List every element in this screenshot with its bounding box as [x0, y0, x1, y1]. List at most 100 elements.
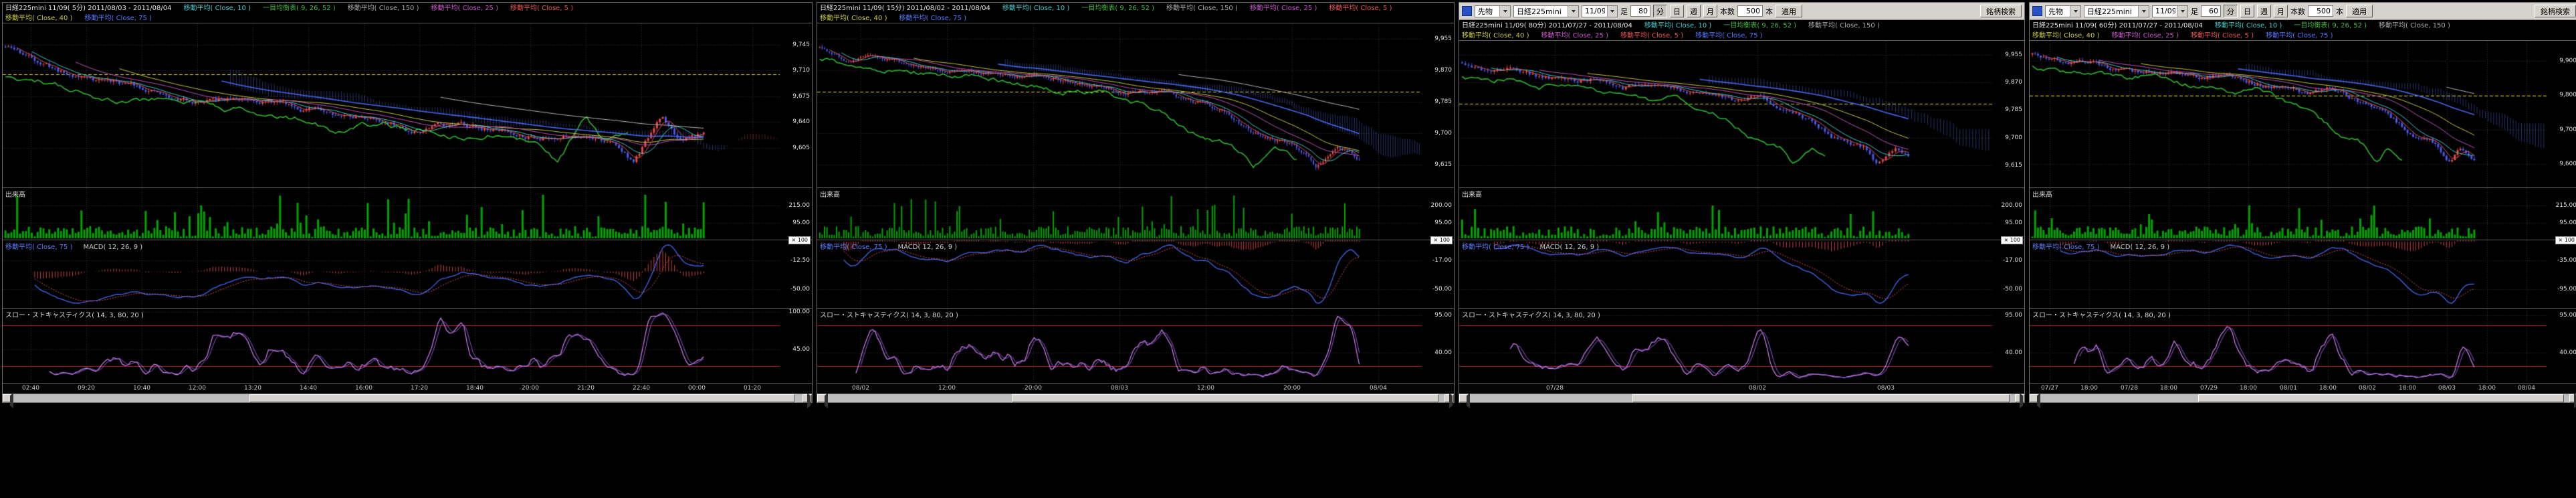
- market-select-arrow-button[interactable]: [2070, 6, 2080, 17]
- main-price-pane-canvas[interactable]: [817, 23, 1453, 187]
- time-axis-label: 08/03: [1111, 385, 1128, 392]
- scroll-right-button[interactable]: [1444, 394, 1454, 402]
- price-axis-label: 9,615: [1434, 161, 1452, 168]
- scrollbar-thumb[interactable]: [2198, 394, 2564, 402]
- stochastics-pane: スロー・ストキャスティクス( 14, 3, 80, 20 )95.0040.00: [2030, 308, 2576, 383]
- contract-select-arrow-button[interactable]: [2177, 6, 2187, 17]
- stochastics-pane-canvas[interactable]: [817, 309, 1453, 383]
- scroll-right-button[interactable]: [802, 394, 812, 402]
- volume-axis-label: 215.00: [2556, 202, 2576, 209]
- contract-select-value: 11/09: [2155, 7, 2175, 15]
- bar-unit-button-日[interactable]: 日: [2240, 5, 2254, 17]
- h-scrollbar[interactable]: [3, 394, 812, 402]
- indicator-label: 移動平均( Close, 40 ): [1462, 32, 1529, 39]
- price-axis-label: 9,955: [2005, 52, 2022, 58]
- macd-pane: 移動平均( Close, 75 )MACD( 12, 26, 9 )-35.00…: [2030, 240, 2576, 308]
- volume-pane-canvas[interactable]: [1459, 188, 2023, 240]
- time-axis-label: 16:00: [355, 385, 372, 392]
- bar-unit-button-月[interactable]: 月: [1703, 5, 1717, 17]
- indicator-label: 移動平均( Close, 75 ): [2266, 32, 2333, 39]
- bar-unit-button-分[interactable]: 分: [1653, 5, 1667, 17]
- macd-axis-label: -35.00: [2557, 257, 2576, 264]
- macd-axis-label: -50.00: [2003, 286, 2022, 293]
- h-scrollbar[interactable]: [1459, 394, 2024, 402]
- chevron-down-icon: [1610, 10, 1614, 15]
- contract-select[interactable]: 11/09: [1582, 5, 1618, 17]
- time-axis-label: 07/28: [2121, 385, 2138, 392]
- scrollbar-thumb[interactable]: [1012, 394, 1438, 402]
- main-price-pane-canvas[interactable]: [3, 23, 811, 187]
- h-scrollbar[interactable]: [817, 394, 1454, 402]
- stochastics-pane: スロー・ストキャスティクス( 14, 3, 80, 20 )95.0040.00: [1459, 308, 2024, 383]
- main-price-pane-canvas[interactable]: [1459, 41, 2023, 187]
- volume-axis-label: 95.00: [792, 220, 810, 226]
- scrollbar-thumb[interactable]: [1632, 394, 2010, 402]
- bar-unit-button-月[interactable]: 月: [2274, 5, 2288, 17]
- bar-type-label: 足: [1620, 6, 1628, 17]
- bar-unit-button-週[interactable]: 週: [1687, 5, 1701, 17]
- apply-button[interactable]: 適用: [2346, 5, 2373, 17]
- scrollbar-thumb[interactable]: [249, 394, 795, 402]
- symbol-select-arrow-button[interactable]: [2138, 6, 2149, 17]
- volume-pane-label: 出来高: [820, 189, 840, 199]
- market-select[interactable]: 先物: [2045, 5, 2081, 17]
- stochastics-axis-label: 95.00: [2005, 312, 2022, 319]
- time-axis-label: 08/02: [2359, 385, 2376, 392]
- macd-ma-label: 移動平均( Close, 75 ): [1462, 244, 1529, 251]
- bar-count-input[interactable]: 500: [1737, 5, 1763, 17]
- bar-unit-button-分[interactable]: 分: [2224, 5, 2238, 17]
- symbol-search-button[interactable]: 銘柄検索: [2535, 5, 2576, 17]
- macd-axis-label: -12.50: [790, 257, 810, 264]
- contract-select-arrow-button[interactable]: [1607, 6, 1617, 17]
- volume-pane-label: 出来高: [1462, 189, 1482, 199]
- stochastics-pane-canvas[interactable]: [1459, 309, 2023, 383]
- volume-pane-canvas[interactable]: [2030, 188, 2576, 240]
- chevron-down-icon: [2142, 10, 2146, 15]
- symbol-select-arrow-button[interactable]: [1568, 6, 1578, 17]
- scrollbar-track[interactable]: [827, 394, 1444, 402]
- scroll-left-button[interactable]: [2030, 394, 2039, 402]
- time-axis-label: 18:00: [2478, 385, 2496, 392]
- time-axis-label: 12:00: [1197, 385, 1214, 392]
- stochastics-pane-canvas[interactable]: [2030, 309, 2576, 383]
- market-select[interactable]: 先物: [1475, 5, 1511, 17]
- scrollbar-track[interactable]: [1469, 394, 2015, 402]
- stochastics-axis-label: 95.00: [2559, 312, 2576, 319]
- symbol-select[interactable]: 日経225mini: [1513, 5, 1579, 17]
- time-axis: 02:4009:2010:4012:0013:2014:4016:0017:20…: [3, 383, 812, 394]
- bar-unit-button-日[interactable]: 日: [1670, 5, 1684, 17]
- indicator-label: 移動平均( Close, 25 ): [1541, 32, 1608, 39]
- market-select-arrow-button[interactable]: [1499, 6, 1510, 17]
- scroll-left-button[interactable]: [817, 394, 827, 402]
- chart-header-line2: 移動平均( Close, 40 ) 移動平均( Close, 25 ) 移動平均( …: [1459, 31, 2024, 40]
- scroll-left-button[interactable]: [3, 394, 12, 402]
- main-price-pane-canvas[interactable]: [2030, 41, 2576, 187]
- stochastics-pane: スロー・ストキャスティクス( 14, 3, 80, 20 )100.0045.0…: [3, 308, 812, 383]
- symbol-search-button[interactable]: 銘柄検索: [1980, 5, 2022, 17]
- time-axis-label: 13:20: [244, 385, 261, 392]
- indicator-label: 移動平均( Close, 75 ): [84, 15, 151, 22]
- apply-button[interactable]: 適用: [1776, 5, 1802, 17]
- volume-axis-label: 200.00: [1431, 202, 1453, 209]
- indicator-label: 移動平均( Close, 75 ): [1695, 32, 1762, 39]
- bar-interval-input[interactable]: 60: [2201, 5, 2221, 17]
- volume-pane-canvas[interactable]: [3, 188, 811, 240]
- symbol-select[interactable]: 日経225mini: [2084, 5, 2149, 17]
- macd-axis-label: -95.00: [2557, 286, 2576, 293]
- scroll-left-button[interactable]: [1459, 394, 1469, 402]
- bar-interval-input[interactable]: 80: [1630, 5, 1650, 17]
- scrollbar-track[interactable]: [12, 394, 802, 402]
- volume-unit-box: × 100: [2001, 236, 2023, 244]
- bar-count-input[interactable]: 500: [2308, 5, 2333, 17]
- stochastics-pane-canvas[interactable]: [3, 309, 811, 383]
- volume-pane-canvas[interactable]: [817, 188, 1453, 240]
- time-axis-label: 08/04: [2518, 385, 2535, 392]
- time-axis-label: 20:00: [522, 385, 539, 392]
- contract-select[interactable]: 11/09: [2152, 5, 2188, 17]
- h-scrollbar[interactable]: [2030, 394, 2576, 402]
- time-axis-label: 07/27: [2041, 385, 2058, 392]
- scroll-right-button[interactable]: [2015, 394, 2024, 402]
- bar-unit-button-週[interactable]: 週: [2257, 5, 2271, 17]
- scrollbar-track[interactable]: [2039, 394, 2569, 402]
- scroll-right-button[interactable]: [2569, 394, 2576, 402]
